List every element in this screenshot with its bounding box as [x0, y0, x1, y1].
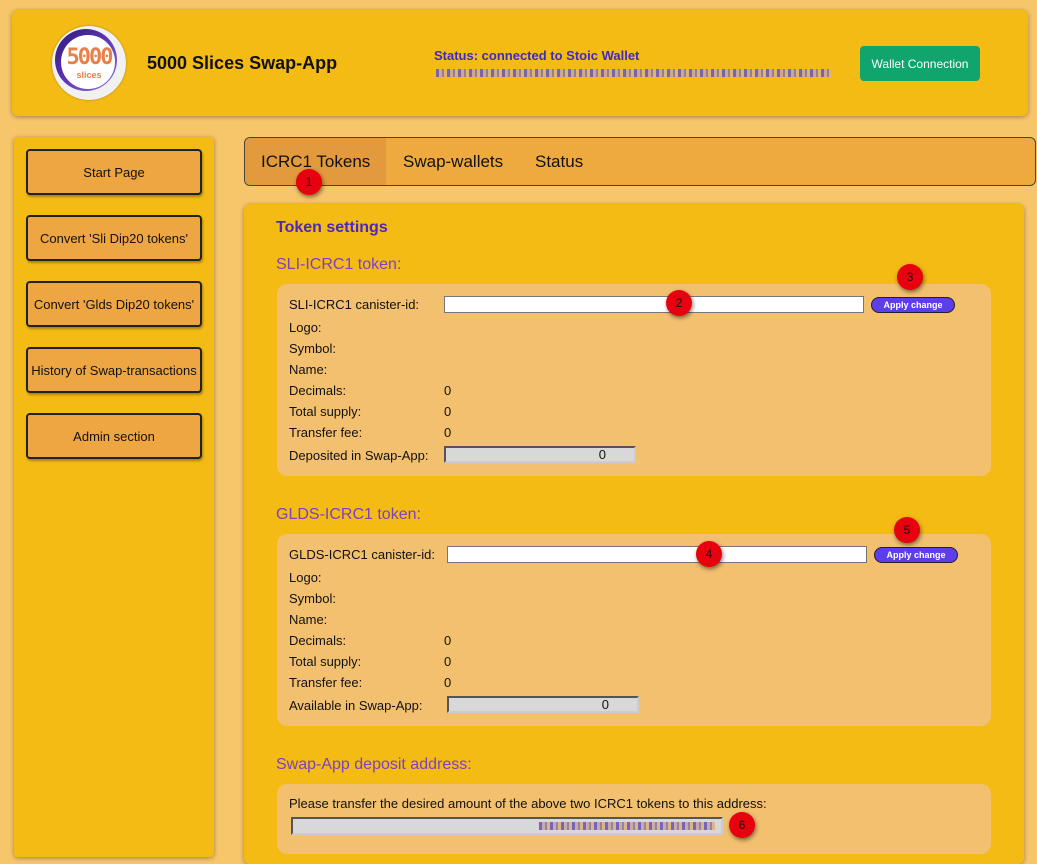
app-logo: 5000 slices — [52, 26, 126, 100]
glds-available-label: Available in Swap-App: — [289, 698, 423, 713]
glds-logo-label: Logo: — [289, 570, 322, 585]
redacted-deposit-address — [539, 822, 715, 830]
app-title: 5000 Slices Swap-App — [147, 53, 338, 73]
sidebar: Start Page Convert 'Sli Dip20 tokens' Co… — [14, 137, 214, 857]
sli-deposited-label: Deposited in Swap-App: — [289, 448, 429, 463]
logo-sub: slices — [76, 70, 102, 80]
annotation-badge-6: 6 — [729, 812, 755, 838]
annotation-badge-2: 2 — [666, 290, 692, 316]
tab-status[interactable]: Status — [519, 138, 599, 185]
annotation-badge-1: 1 — [296, 169, 322, 195]
page-title: Token settings — [276, 219, 388, 236]
glds-transfer-fee-value: 0 — [444, 675, 452, 690]
sli-total-supply-value: 0 — [444, 404, 452, 419]
tab-bar: ICRC1 Tokens Swap-wallets Status — [244, 137, 1036, 186]
wallet-connection-button[interactable]: Wallet Connection — [860, 46, 980, 81]
sli-decimals-value: 0 — [444, 383, 452, 398]
sli-total-supply-label: Total supply: — [289, 404, 362, 419]
glds-apply-change-button[interactable]: Apply change — [874, 547, 958, 563]
app-header: 5000 slices 5000 Slices Swap-App Status:… — [12, 10, 1028, 116]
sli-transfer-fee-value: 0 — [444, 425, 452, 440]
sli-symbol-label: Symbol: — [289, 341, 336, 356]
sli-canister-input[interactable] — [444, 296, 864, 313]
tab-swap-wallets[interactable]: Swap-wallets — [387, 138, 519, 185]
sli-section-title: SLI-ICRC1 token: — [276, 256, 402, 273]
sli-transfer-fee-label: Transfer fee: — [289, 425, 363, 440]
sidebar-item-history[interactable]: History of Swap-transactions — [26, 347, 202, 393]
annotation-badge-3: 3 — [897, 264, 923, 290]
sli-logo-label: Logo: — [289, 320, 322, 335]
glds-decimals-label: Decimals: — [289, 633, 347, 648]
sli-apply-change-button[interactable]: Apply change — [871, 297, 955, 313]
sidebar-item-convert-glds[interactable]: Convert 'Glds Dip20 tokens' — [26, 281, 202, 327]
glds-canister-input[interactable] — [447, 546, 867, 563]
deposit-instruction: Please transfer the desired amount of th… — [289, 796, 767, 811]
deposit-section-title: Swap-App deposit address: — [276, 756, 472, 773]
glds-symbol-label: Symbol: — [289, 591, 336, 606]
sidebar-item-admin[interactable]: Admin section — [26, 413, 202, 459]
sli-name-label: Name: — [289, 362, 328, 377]
sidebar-item-convert-sli[interactable]: Convert 'Sli Dip20 tokens' — [26, 215, 202, 261]
redacted-principal — [436, 69, 832, 77]
connection-status: Status: connected to Stoic Wallet — [434, 48, 640, 63]
glds-decimals-value: 0 — [444, 633, 452, 648]
glds-total-supply-value: 0 — [444, 654, 452, 669]
annotation-badge-5: 5 — [894, 517, 920, 543]
logo-number: 5000 — [66, 45, 114, 70]
glds-canister-label: GLDS-ICRC1 canister-id: — [289, 547, 435, 562]
annotation-badge-4: 4 — [696, 541, 722, 567]
glds-available-value: 0 — [447, 696, 639, 713]
glds-transfer-fee-label: Transfer fee: — [289, 675, 363, 690]
sli-deposited-value: 0 — [444, 446, 636, 463]
sidebar-item-start-page[interactable]: Start Page — [26, 149, 202, 195]
glds-section-title: GLDS-ICRC1 token: — [276, 506, 421, 523]
glds-total-supply-label: Total supply: — [289, 654, 362, 669]
sli-canister-label: SLI-ICRC1 canister-id: — [289, 297, 420, 312]
sli-decimals-label: Decimals: — [289, 383, 347, 398]
glds-name-label: Name: — [289, 612, 328, 627]
deposit-address-field[interactable] — [291, 817, 723, 835]
